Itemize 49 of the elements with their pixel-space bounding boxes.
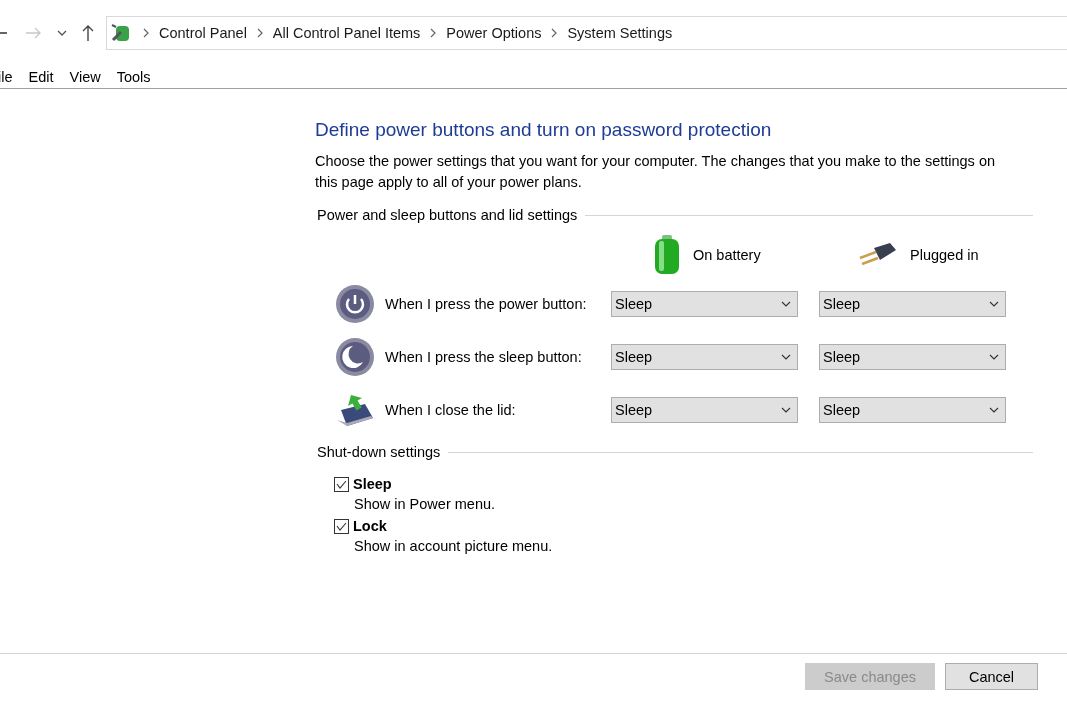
chevron-right-icon <box>256 28 263 38</box>
menu-item[interactable]: Tools <box>116 69 151 85</box>
action-dropdown[interactable]: Sleep <box>611 290 798 317</box>
up-arrow-icon <box>82 25 94 41</box>
column-header: Plugged in <box>910 247 979 263</box>
plug-icon <box>858 242 898 268</box>
page-heading: Define power buttons and turn on password protection <box>315 119 773 141</box>
breadcrumb-item[interactable]: All Control Panel Items <box>272 25 421 41</box>
chevron-right-icon <box>143 28 149 38</box>
menu-item[interactable]: Edit <box>28 69 54 85</box>
action-dropdown[interactable]: Sleep <box>611 343 798 370</box>
section-title: Shut-down settings <box>317 444 441 460</box>
column-header: On battery <box>693 247 761 263</box>
chevron-right-icon <box>551 28 558 38</box>
checkbox[interactable] <box>334 518 349 534</box>
checkbox-label: Lock <box>353 518 387 534</box>
action-dropdown[interactable]: Sleep <box>611 396 798 423</box>
setting-label: When I press the power button: <box>385 295 588 312</box>
chevron-down-icon <box>989 406 999 413</box>
action-dropdown[interactable]: Sleep <box>819 396 1006 423</box>
checkbox-label: Sleep <box>353 476 392 492</box>
address-bar[interactable]: Control Panel All Control Panel Items Power Options System Settings <box>106 16 1067 50</box>
forward-arrow-icon <box>25 27 41 39</box>
chevron-down-icon <box>989 300 999 307</box>
menu-item[interactable]: View <box>69 69 101 85</box>
page-description: Choose the power settings that you want for your computer. The changes that you make to the settings on this page apply to all of your power plans. <box>315 152 997 192</box>
battery-icon <box>653 235 681 275</box>
setting-label: When I press the sleep button: <box>385 348 583 365</box>
chevron-down-icon <box>57 30 67 36</box>
section-title: Power and sleep buttons and lid settings <box>317 207 578 223</box>
moon-icon <box>335 336 375 377</box>
cancel-button[interactable]: Cancel <box>945 663 1038 690</box>
power-icon <box>335 283 375 324</box>
checkmark-icon <box>336 479 347 489</box>
breadcrumb-item[interactable]: Control Panel <box>159 25 247 41</box>
breadcrumb-item[interactable]: Power Options <box>446 25 542 41</box>
chevron-down-icon <box>989 353 999 360</box>
chevron-right-icon <box>430 28 437 38</box>
checkmark-icon <box>336 521 347 531</box>
checkbox[interactable] <box>334 476 349 492</box>
action-dropdown[interactable]: Sleep <box>819 343 1006 370</box>
action-dropdown[interactable]: Sleep <box>819 290 1006 317</box>
chevron-down-icon <box>781 300 791 307</box>
chevron-down-icon <box>781 406 791 413</box>
checkbox-description: Show in account picture menu. <box>354 538 554 554</box>
checkbox-description: Show in Power menu. <box>354 496 497 512</box>
chevron-down-icon <box>781 353 791 360</box>
setting-label: When I close the lid: <box>385 401 517 418</box>
breadcrumb-item[interactable]: System Settings <box>567 25 673 41</box>
